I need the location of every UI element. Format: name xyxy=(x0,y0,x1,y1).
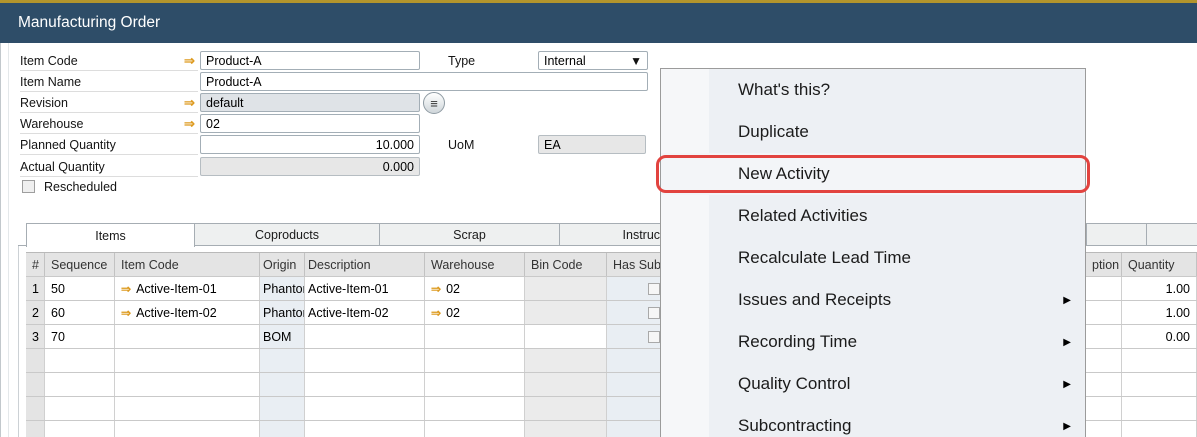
type-dropdown[interactable]: Internal ▼ xyxy=(538,51,648,70)
col-sequence[interactable]: Sequence xyxy=(45,253,115,276)
context-menu: What's this? Duplicate New Activity Rela… xyxy=(660,68,1086,437)
uom-field: EA xyxy=(538,135,646,154)
cell-origin[interactable]: BOM xyxy=(260,325,305,348)
menu-item-duplicate[interactable]: Duplicate xyxy=(661,111,1085,153)
menu-item-quality-control[interactable]: Quality Control▶ xyxy=(661,363,1085,405)
submenu-arrow-icon: ▶ xyxy=(1063,379,1071,390)
cell-bin-code[interactable] xyxy=(525,277,607,300)
submenu-arrow-icon: ▶ xyxy=(1063,421,1071,432)
col-bin-code[interactable]: Bin Code xyxy=(525,253,607,276)
planned-quantity-label: Planned Quantity xyxy=(20,135,198,155)
panel-left-border xyxy=(18,246,19,437)
actual-quantity-field: 0.000 xyxy=(200,157,420,176)
link-arrow-icon[interactable]: ⇒ xyxy=(431,306,441,320)
cell-item-code[interactable]: ⇒Active-Item-01 xyxy=(115,277,260,300)
link-arrow-icon[interactable]: ⇒ xyxy=(121,282,131,296)
cell-row-number[interactable]: 3 xyxy=(26,325,45,348)
window-frame-left-inner xyxy=(8,43,9,437)
cell-description[interactable]: Active-Item-02 xyxy=(305,301,425,324)
window-frame-left xyxy=(0,43,1,437)
col-warehouse[interactable]: Warehouse xyxy=(425,253,525,276)
cell-quantity[interactable]: 0.00 xyxy=(1122,325,1197,348)
type-value: Internal xyxy=(544,54,586,68)
rescheduled-checkbox[interactable] xyxy=(22,180,35,193)
tab-stub-right[interactable] xyxy=(1146,223,1197,246)
has-sub-checkbox[interactable] xyxy=(648,331,660,343)
has-sub-checkbox[interactable] xyxy=(648,307,660,319)
cell-partial[interactable] xyxy=(1086,277,1122,300)
submenu-arrow-icon: ▶ xyxy=(1063,295,1071,306)
cell-partial[interactable] xyxy=(1086,301,1122,324)
cell-row-number[interactable]: 1 xyxy=(26,277,45,300)
menu-item-subcontracting[interactable]: Subcontracting▶ xyxy=(661,405,1085,437)
cell-warehouse[interactable] xyxy=(425,325,525,348)
manufacturing-order-window: Manufacturing Order Item Code Item Name … xyxy=(0,0,1197,437)
uom-label: UoM xyxy=(448,135,528,155)
item-name-field[interactable]: Product-A xyxy=(200,72,648,91)
cell-sequence[interactable]: 70 xyxy=(45,325,115,348)
link-arrow-icon[interactable]: ⇒ xyxy=(431,282,441,296)
cell-origin[interactable]: Phantom xyxy=(260,277,305,300)
cell-origin[interactable]: Phantom xyxy=(260,301,305,324)
rescheduled-label: Rescheduled xyxy=(44,180,117,194)
tab-coproducts[interactable]: Coproducts xyxy=(195,223,380,246)
col-item-code[interactable]: Item Code xyxy=(115,253,260,276)
cell-bin-code[interactable] xyxy=(525,325,607,348)
cell-quantity[interactable]: 1.00 xyxy=(1122,301,1197,324)
tab-strip: Items Coproducts Scrap Instructions xyxy=(26,223,750,246)
tab-scrap[interactable]: Scrap xyxy=(380,223,560,246)
type-label: Type xyxy=(448,51,528,71)
tab-stub-left[interactable] xyxy=(1086,223,1147,246)
revision-label: Revision xyxy=(20,93,198,113)
menu-item-related-activities[interactable]: Related Activities xyxy=(661,195,1085,237)
submenu-arrow-icon: ▶ xyxy=(1063,337,1071,348)
item-code-link-arrow-icon[interactable]: ⇒ xyxy=(181,51,198,70)
menu-item-recalculate-lead-time[interactable]: Recalculate Lead Time xyxy=(661,237,1085,279)
link-arrow-icon[interactable]: ⇒ xyxy=(121,306,131,320)
col-partial[interactable]: ption xyxy=(1086,253,1122,276)
col-row-number[interactable]: # xyxy=(26,253,45,276)
cell-quantity[interactable]: 1.00 xyxy=(1122,277,1197,300)
cell-row-number[interactable]: 2 xyxy=(26,301,45,324)
choose-from-list-button[interactable]: ≡ xyxy=(423,92,445,114)
cell-sequence[interactable]: 50 xyxy=(45,277,115,300)
item-name-label: Item Name xyxy=(20,72,198,92)
menu-item-whats-this[interactable]: What's this? xyxy=(661,69,1085,111)
cell-item-code[interactable] xyxy=(115,325,260,348)
menu-item-recording-time[interactable]: Recording Time▶ xyxy=(661,321,1085,363)
actual-quantity-label: Actual Quantity xyxy=(20,157,198,177)
cell-warehouse[interactable]: ⇒02 xyxy=(425,277,525,300)
item-code-label: Item Code xyxy=(20,51,198,71)
cell-sequence[interactable]: 60 xyxy=(45,301,115,324)
dropdown-arrow-icon: ▼ xyxy=(630,55,642,67)
has-sub-checkbox[interactable] xyxy=(648,283,660,295)
cell-item-code[interactable]: ⇒Active-Item-02 xyxy=(115,301,260,324)
list-icon: ≡ xyxy=(430,96,438,111)
cell-description[interactable]: Active-Item-01 xyxy=(305,277,425,300)
tab-items[interactable]: Items xyxy=(26,223,195,247)
cell-bin-code[interactable] xyxy=(525,301,607,324)
planned-quantity-field[interactable]: 10.000 xyxy=(200,135,420,154)
revision-field[interactable]: default xyxy=(200,93,420,112)
warehouse-label: Warehouse xyxy=(20,114,198,134)
menu-item-new-activity[interactable]: New Activity xyxy=(661,153,1085,195)
col-description[interactable]: Description xyxy=(305,253,425,276)
menu-item-issues-and-receipts[interactable]: Issues and Receipts▶ xyxy=(661,279,1085,321)
warehouse-field[interactable]: 02 xyxy=(200,114,420,133)
warehouse-link-arrow-icon[interactable]: ⇒ xyxy=(181,114,198,133)
window-title: Manufacturing Order xyxy=(18,14,160,32)
cell-warehouse[interactable]: ⇒02 xyxy=(425,301,525,324)
revision-link-arrow-icon[interactable]: ⇒ xyxy=(181,93,198,112)
col-origin[interactable]: Origin xyxy=(260,253,305,276)
window-titlebar: Manufacturing Order xyxy=(0,3,1197,43)
col-quantity[interactable]: Quantity xyxy=(1122,253,1197,276)
cell-description[interactable] xyxy=(305,325,425,348)
item-code-field[interactable]: Product-A xyxy=(200,51,420,70)
cell-partial[interactable] xyxy=(1086,325,1122,348)
